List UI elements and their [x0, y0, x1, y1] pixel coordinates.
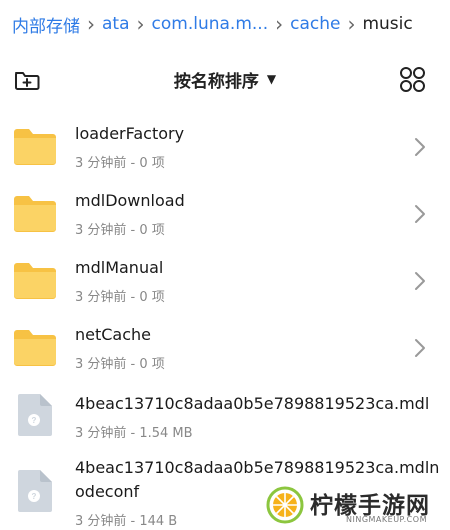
chevron-right-icon: [415, 339, 425, 357]
list-item[interactable]: mdlManual 3 分钟前 - 0 项: [0, 248, 450, 314]
file-name-line-1: 4beac13710c8adaa0b5e7898819523ca.mdln: [75, 458, 440, 477]
chevron-right-icon: ›: [87, 12, 95, 36]
breadcrumb-music: music: [362, 14, 413, 34]
file-meta: 3 分钟前 - 0 项: [75, 223, 165, 238]
caret-down-icon: ▼: [266, 72, 277, 86]
breadcrumb-data[interactable]: ata: [102, 14, 130, 34]
file-icon: ?: [18, 470, 52, 512]
lemon-logo-icon: [266, 486, 304, 524]
file-name: mdlManual: [75, 258, 164, 277]
file-name: mdlDownload: [75, 191, 185, 210]
chevron-right-icon: ›: [347, 12, 356, 36]
watermark-subtext: NINGMAKEUP.COM: [346, 515, 427, 524]
watermark: 柠檬手游网 NINGMAKEUP.COM: [262, 480, 450, 530]
file-name: loaderFactory: [75, 124, 185, 143]
new-folder-icon[interactable]: [12, 65, 42, 95]
chevron-right-icon: [415, 272, 425, 290]
sort-label: 按名称排序: [173, 71, 259, 92]
sort-button[interactable]: 按名称排序 ▼: [0, 55, 450, 103]
folder-icon: [14, 263, 56, 299]
folder-icon: [14, 129, 56, 165]
chevron-right-icon: ›: [275, 12, 284, 36]
toolbar: 按名称排序 ▼: [0, 55, 450, 103]
file-meta: 3 分钟前 - 144 B: [75, 514, 178, 529]
breadcrumb-internal-storage[interactable]: 内部存储: [12, 12, 80, 37]
grid-view-icon[interactable]: [398, 65, 428, 95]
list-item[interactable]: ? 4beac13710c8adaa0b5e7898819523ca.mdl 3…: [0, 384, 450, 450]
breadcrumb-cache[interactable]: cache: [290, 14, 340, 34]
chevron-right-icon: [415, 138, 425, 156]
file-icon: ?: [18, 394, 52, 436]
list-item[interactable]: loaderFactory 3 分钟前 - 0 项: [0, 114, 450, 180]
chevron-right-icon: ›: [136, 12, 145, 36]
file-meta: 3 分钟前 - 0 项: [75, 156, 165, 171]
folder-icon: [14, 330, 56, 366]
file-meta: 3 分钟前 - 1.54 MB: [75, 426, 193, 441]
breadcrumb: 内部存储 › ata › com.luna.m... › cache › mus…: [0, 0, 450, 48]
file-meta: 3 分钟前 - 0 项: [75, 357, 165, 372]
file-name: 4beac13710c8adaa0b5e7898819523ca.mdl: [75, 394, 430, 413]
chevron-right-icon: [415, 205, 425, 223]
file-name-line-2: odeconf: [75, 482, 140, 501]
list-item[interactable]: mdlDownload 3 分钟前 - 0 项: [0, 181, 450, 247]
file-meta: 3 分钟前 - 0 项: [75, 290, 165, 305]
svg-text:?: ?: [32, 416, 37, 425]
file-name: netCache: [75, 325, 152, 344]
svg-text:?: ?: [32, 492, 37, 501]
breadcrumb-com-luna[interactable]: com.luna.m...: [152, 14, 269, 34]
folder-icon: [14, 196, 56, 232]
list-item[interactable]: netCache 3 分钟前 - 0 项: [0, 315, 450, 381]
